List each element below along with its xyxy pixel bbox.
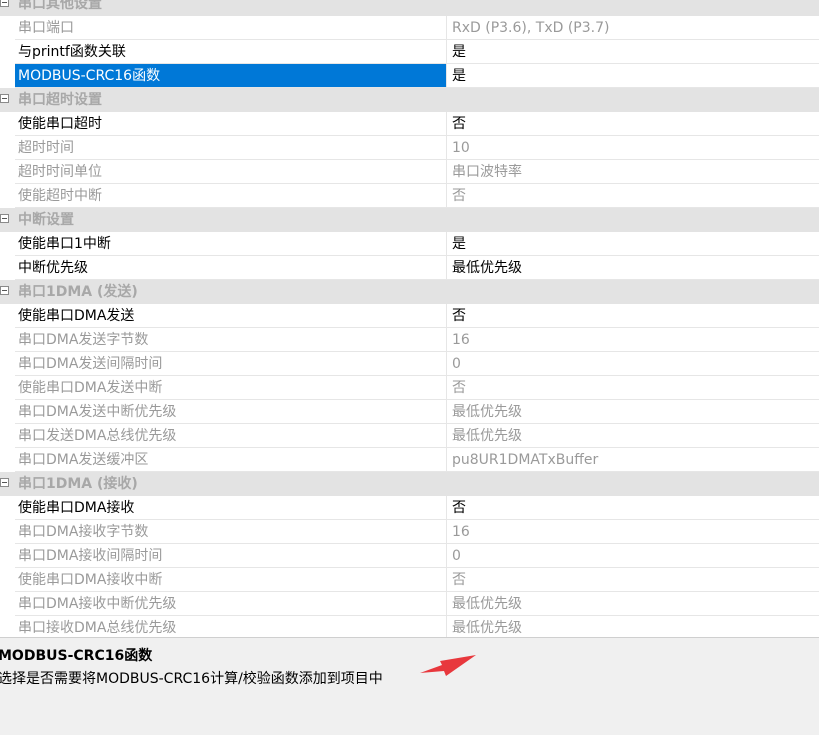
property-name[interactable]: 串口发送DMA总线优先级 — [15, 424, 447, 448]
property-row[interactable]: 超时时间单位 串口波特率 — [0, 160, 819, 184]
property-value[interactable]: 否 — [447, 568, 819, 592]
property-row[interactable]: 串口DMA接收间隔时间 0 — [0, 544, 819, 568]
property-row[interactable]: 使能串口1中断是 — [0, 232, 819, 256]
description-text: 选择是否需要将MODBUS-CRC16计算/校验函数添加到项目中 — [0, 671, 383, 687]
property-row[interactable]: 串口DMA发送缓冲区 pu8UR1DMATxBuffer — [0, 448, 819, 472]
property-name[interactable]: 使能串口DMA接收 — [15, 496, 447, 520]
property-name[interactable]: 使能串口超时 — [15, 112, 447, 136]
collapse-toggle-icon[interactable] — [0, 286, 9, 295]
property-row[interactable]: 串口DMA发送中断优先级 最低优先级 — [0, 400, 819, 424]
category-label: 串口1DMA (发送) — [18, 284, 138, 300]
category-row[interactable]: 串口其他设置 — [0, 0, 819, 16]
property-row[interactable]: 中断优先级 最低优先级 — [0, 256, 819, 280]
property-value[interactable]: 否 — [447, 184, 819, 208]
property-row[interactable]: 串口端口 RxD (P3.6), TxD (P3.7) — [0, 16, 819, 40]
property-name[interactable]: 使能串口1中断 — [15, 232, 447, 256]
property-row[interactable]: 使能超时中断否 — [0, 184, 819, 208]
property-name[interactable]: 串口DMA发送缓冲区 — [15, 448, 447, 472]
property-name[interactable]: 超时时间 — [15, 136, 447, 160]
property-value[interactable]: 最低优先级 — [447, 592, 819, 616]
collapse-toggle-icon[interactable] — [0, 0, 9, 7]
property-name[interactable]: 使能超时中断 — [15, 184, 447, 208]
property-value[interactable]: 否 — [447, 304, 819, 328]
property-row[interactable]: 串口DMA发送间隔时间 0 — [0, 352, 819, 376]
property-row[interactable]: 使能串口DMA发送否 — [0, 304, 819, 328]
description-title: MODBUS-CRC16函数 — [0, 648, 153, 664]
property-name[interactable]: 使能串口DMA发送 — [15, 304, 447, 328]
property-value[interactable]: 最低优先级 — [447, 256, 819, 280]
property-name[interactable]: 中断优先级 — [15, 256, 447, 280]
category-label: 串口超时设置 — [18, 92, 102, 108]
property-value[interactable]: 串口波特率 — [447, 160, 819, 184]
property-row[interactable]: 使能串口DMA发送中断否 — [0, 376, 819, 400]
category-row[interactable]: 中断设置 — [0, 208, 819, 232]
property-name[interactable]: 串口DMA发送间隔时间 — [15, 352, 447, 376]
property-value[interactable]: 否 — [447, 112, 819, 136]
property-name[interactable]: 串口DMA接收字节数 — [15, 520, 447, 544]
property-value[interactable]: 是 — [447, 40, 819, 64]
property-name[interactable]: 串口接收DMA总线优先级 — [15, 616, 447, 637]
property-name[interactable]: 串口DMA发送中断优先级 — [15, 400, 447, 424]
property-name[interactable]: 使能串口DMA发送中断 — [15, 376, 447, 400]
category-row[interactable]: 串口超时设置 — [0, 88, 819, 112]
property-row[interactable]: 使能串口DMA接收中断否 — [0, 568, 819, 592]
property-row[interactable]: 串口DMA发送字节数 16 — [0, 328, 819, 352]
collapse-toggle-icon[interactable] — [0, 94, 9, 103]
property-value[interactable]: RxD (P3.6), TxD (P3.7) — [447, 16, 819, 40]
property-name[interactable]: 超时时间单位 — [15, 160, 447, 184]
property-name[interactable]: 串口DMA接收间隔时间 — [15, 544, 447, 568]
property-row[interactable]: 串口DMA接收中断优先级 最低优先级 — [0, 592, 819, 616]
property-value[interactable]: 最低优先级 — [447, 424, 819, 448]
property-name[interactable]: 串口端口 — [15, 16, 447, 40]
property-grid: 串口其他设置串口端口 RxD (P3.6), TxD (P3.7) 与printf函… — [0, 0, 819, 637]
category-row[interactable]: 串口1DMA (发送) — [0, 280, 819, 304]
property-name[interactable]: 与printf函数关联 — [15, 40, 447, 64]
description-panel: MODBUS-CRC16函数 选择是否需要将MODBUS-CRC16计算/校验函… — [0, 637, 819, 735]
category-label: 串口其他设置 — [18, 0, 102, 12]
property-value[interactable]: 0 — [447, 544, 819, 568]
property-row[interactable]: 使能串口超时否 — [0, 112, 819, 136]
property-row[interactable]: MODBUS-CRC16函数是 — [0, 64, 819, 88]
category-label: 中断设置 — [18, 212, 74, 228]
property-value[interactable]: 是 — [447, 64, 819, 88]
category-label: 串口1DMA (接收) — [18, 476, 138, 492]
property-name[interactable]: 串口DMA接收中断优先级 — [15, 592, 447, 616]
property-name[interactable]: 串口DMA发送字节数 — [15, 328, 447, 352]
property-value[interactable]: 0 — [447, 352, 819, 376]
property-row[interactable]: 超时时间 10 — [0, 136, 819, 160]
annotation-arrow-shape — [420, 655, 476, 676]
category-row[interactable]: 串口1DMA (接收) — [0, 472, 819, 496]
property-name[interactable]: 使能串口DMA接收中断 — [15, 568, 447, 592]
property-value[interactable]: 10 — [447, 136, 819, 160]
property-value[interactable]: 16 — [447, 328, 819, 352]
property-value[interactable]: 否 — [447, 376, 819, 400]
property-row[interactable]: 与printf函数关联是 — [0, 40, 819, 64]
property-value[interactable]: pu8UR1DMATxBuffer — [447, 448, 819, 472]
property-row[interactable]: 串口接收DMA总线优先级 最低优先级 — [0, 616, 819, 637]
collapse-toggle-icon[interactable] — [0, 214, 9, 223]
property-value[interactable]: 最低优先级 — [447, 616, 819, 637]
property-value[interactable]: 16 — [447, 520, 819, 544]
annotation-arrow-icon — [420, 655, 476, 676]
property-value[interactable]: 是 — [447, 232, 819, 256]
property-row[interactable]: 串口DMA接收字节数 16 — [0, 520, 819, 544]
property-row[interactable]: 使能串口DMA接收否 — [0, 496, 819, 520]
property-value[interactable]: 最低优先级 — [447, 400, 819, 424]
property-value[interactable]: 否 — [447, 496, 819, 520]
collapse-toggle-icon[interactable] — [0, 478, 9, 487]
property-name[interactable]: MODBUS-CRC16函数 — [15, 64, 447, 88]
property-row[interactable]: 串口发送DMA总线优先级 最低优先级 — [0, 424, 819, 448]
